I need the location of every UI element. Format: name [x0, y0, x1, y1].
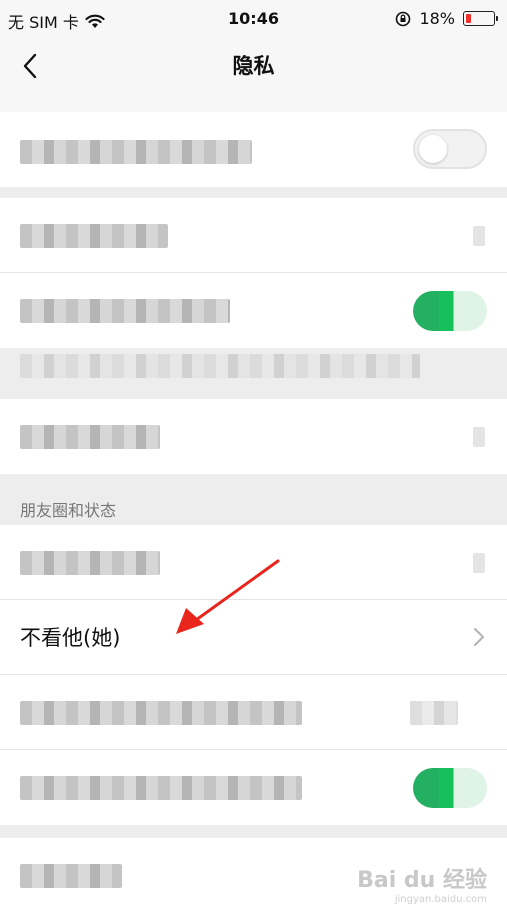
chevron-right-icon [473, 226, 485, 246]
page-title: 隐私 [232, 54, 275, 78]
rotation-lock-icon [396, 11, 411, 26]
battery-icon [463, 11, 498, 26]
toggle-switch-on[interactable] [413, 768, 487, 808]
nav-bar: 隐私 [0, 38, 507, 112]
watermark-sub: jingyan.baidu.com [394, 894, 487, 905]
chevron-right-icon [473, 553, 485, 573]
settings-group-2 [0, 198, 507, 348]
blurred-label [20, 425, 160, 449]
settings-row-blurred[interactable] [0, 750, 507, 825]
blurred-label [20, 776, 302, 800]
blurred-value [410, 701, 458, 725]
row-label-hide-their-moments: 不看他(她) [20, 626, 121, 650]
settings-row-blurred[interactable] [0, 273, 507, 348]
status-right: 18% [395, 9, 498, 28]
status-bar: 无 SIM 卡 10:46 18% [0, 0, 507, 38]
settings-group-3 [0, 399, 507, 474]
blurred-label [20, 864, 122, 888]
settings-row-blurred[interactable] [0, 399, 507, 474]
watermark: Bai du 经验 jingyan.baidu.com [357, 862, 487, 905]
chevron-right-icon [473, 427, 485, 447]
toggle-switch-on[interactable] [413, 291, 487, 331]
chevron-right-icon [474, 628, 484, 646]
blurred-label [20, 299, 230, 323]
settings-row-blurred[interactable] [0, 198, 507, 273]
section-header-moments: 朋友圈和状态 [20, 501, 117, 520]
settings-group-moments: 不看他(她) [0, 525, 507, 825]
blurred-label [20, 224, 168, 248]
watermark-text: Bai du 经验 [357, 868, 487, 893]
settings-group-1 [0, 112, 507, 187]
settings-row-blurred[interactable] [0, 112, 507, 187]
settings-row-blurred[interactable] [0, 675, 507, 750]
toggle-switch-off[interactable] [413, 129, 487, 169]
settings-row-hide-their-moments[interactable]: 不看他(她) [0, 600, 507, 675]
settings-row-blurred[interactable] [0, 525, 507, 600]
battery-fill [466, 14, 471, 23]
blurred-label [20, 701, 302, 725]
blurred-label [20, 140, 252, 164]
battery-percent: 18% [419, 9, 455, 28]
blurred-footnote [20, 354, 420, 378]
blurred-label [20, 551, 160, 575]
